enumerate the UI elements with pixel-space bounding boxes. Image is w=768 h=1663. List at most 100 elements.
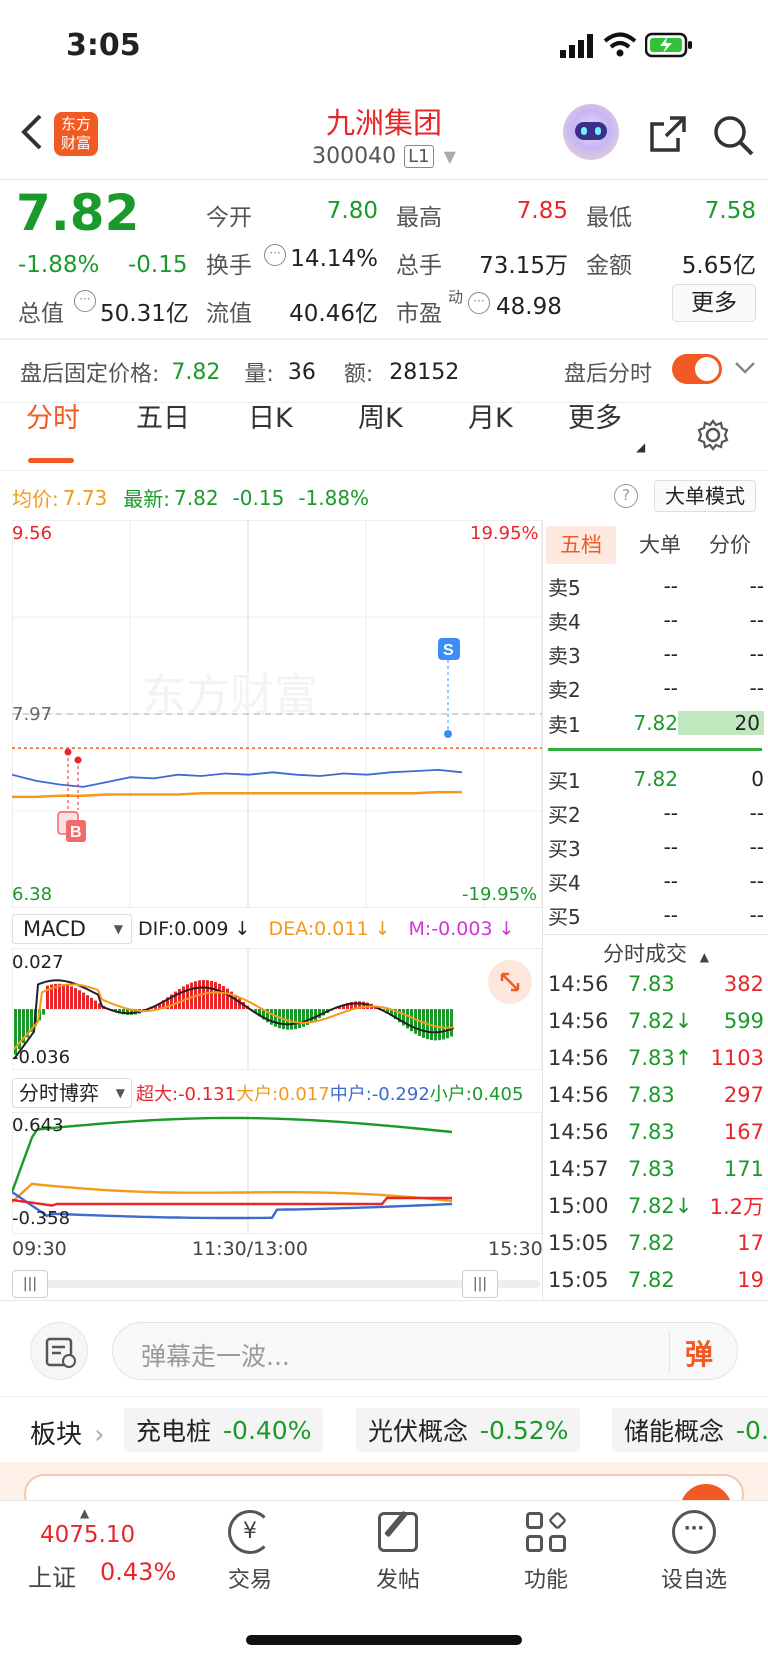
bid-row[interactable]: 买4 -- -- [548,864,764,898]
tab-month-k[interactable]: 月K [468,396,513,435]
tab-more[interactable]: 更多 [568,396,622,435]
avg-label: 均价: [12,487,59,511]
nav-functions[interactable]: 功能 [486,1510,606,1594]
trade-row: 15:05 7.82 19 [548,1261,764,1298]
game-mid: 中户:-0.292 [329,1084,430,1105]
ob-tab-five[interactable]: 五档 [546,526,616,564]
tab-day-k[interactable]: 日K [248,396,293,435]
info-dots-icon[interactable]: ··· [264,244,286,266]
trades-title[interactable]: 分时成交 ▲ [548,938,764,968]
ask-row[interactable]: 卖4 -- -- [548,603,764,637]
danmu-send-button[interactable]: 弹 [685,1333,713,1373]
nav-watchlist[interactable]: ··· 设自选 [634,1510,754,1594]
ask-price: -- [663,642,678,666]
pe-label: 市盈 [396,301,442,327]
avg-price-line [12,790,462,799]
volume-label: 总手 [396,253,442,279]
bid-volume: 0 [751,767,764,791]
range-handle-left[interactable]: ||| [12,1270,48,1298]
trade-volume: 297 [723,1082,764,1107]
divider [0,470,768,471]
svg-text:B: B [70,824,82,841]
danmu-list-icon[interactable] [30,1322,88,1380]
ask-row[interactable]: 卖3 -- -- [548,637,764,671]
game-marks [12,1116,453,1220]
sector-chip[interactable]: 充电桩 -0.40% [124,1408,324,1452]
afterhours-vol: 36 [287,359,316,385]
promo-banner[interactable] [0,1462,768,1536]
ask-price: -- [663,574,678,598]
ask-row[interactable]: 卖1 7.82 20 [548,706,764,740]
grid-icon [526,1510,568,1552]
bid-row[interactable]: 买2 -- -- [548,796,764,830]
ask-row[interactable]: 卖2 -- -- [548,671,764,705]
high-label: 最高 [396,205,442,231]
macd-bar [446,1009,449,1039]
index-value[interactable]: 4075.10 [40,1522,135,1548]
macd-bar [210,980,213,1009]
nav-trade[interactable]: ¥ 交易 [190,1510,310,1594]
divider [0,1396,768,1397]
macd-chart[interactable] [12,948,542,1070]
macd-bar [434,1009,437,1041]
bid-row[interactable]: 买1 7.82 0 [548,762,764,796]
caret-down-icon: ▼ [113,922,123,936]
afterhours-toggle[interactable] [672,354,722,384]
macd-select[interactable]: MACD ▼ [12,914,132,944]
share-icon[interactable] [648,114,688,154]
search-icon[interactable] [712,114,756,158]
game-select[interactable]: 分时博弈 ▼ [12,1078,132,1108]
macd-bar [302,1009,305,1027]
sector-chip[interactable]: 光伏概念 -0.52% [356,1408,581,1452]
info-dots-icon[interactable]: ··· [468,292,490,314]
gear-icon[interactable] [696,418,730,452]
trade-price: 7.83 [628,971,675,996]
game-chart[interactable] [12,1112,542,1234]
big-order-mode-button[interactable]: 大单模式 [654,480,756,512]
afterhours-label: 盘后固定价格: [20,362,160,387]
trade-volume: 17 [737,1230,764,1255]
help-icon[interactable]: ? [614,484,638,508]
sector-chip[interactable]: 储能概念 -0.59% [612,1408,768,1452]
watermark: 东方财富 [142,671,318,720]
game-header: 分时博弈 ▼ 超大:-0.131 大户:0.017 中户:-0.292 小户:0… [12,1076,523,1110]
game-super: 超大:-0.131 [136,1084,237,1105]
tab-five-day[interactable]: 五日 [136,396,190,435]
macd-bar [58,983,61,1009]
ask-label: 卖2 [548,677,581,702]
more-button[interactable]: 更多 [672,284,756,322]
afterhours-row: 盘后固定价格: 7.82 量: 36 额: 28152 [20,356,459,388]
ask-row[interactable]: 卖5 -- -- [548,569,764,603]
bid-label: 买3 [548,836,581,861]
latest-pct: -1.88% [298,485,370,510]
ob-tab-big[interactable]: 大单 [630,526,690,564]
trade-price: 7.82 [628,1267,675,1292]
macd-bar [222,986,225,1009]
intraday-chart[interactable]: 东方财富 B S [12,520,542,908]
game-bot: -0.358 [12,1208,71,1229]
range-handle-right[interactable]: ||| [462,1270,498,1298]
game-top: 0.643 [12,1115,64,1136]
macd-m: M:-0.003 ↓ [408,918,515,940]
index-pct[interactable]: 0.43% [100,1558,176,1586]
ask-price: 7.82 [633,711,678,735]
bid-row[interactable]: 买5 -- -- [548,898,764,932]
tab-week-k[interactable]: 周K [358,396,403,435]
macd-header: MACD ▼ DIF:0.009 ↓ DEA:0.011 ↓ M:-0.003 … [12,912,515,946]
trade-row: 14:56 7.83 167 [548,1113,764,1150]
sector-label[interactable]: 板块 › [30,1414,105,1451]
ask-price: -- [663,608,678,632]
yuan-exchange-icon: ¥ [228,1510,272,1554]
info-dots-icon[interactable]: ··· [74,290,96,312]
robot-avatar-icon[interactable] [563,104,619,160]
bid-row[interactable]: 买3 -- -- [548,830,764,864]
more-dots-icon: ··· [672,1510,716,1554]
ob-tab-price[interactable]: 分价 [700,526,760,564]
danmu-input[interactable]: 弹幕走一波... 弹 [112,1322,738,1380]
index-name[interactable]: 上证 [28,1558,76,1593]
range-scrollbar[interactable]: ||| ||| [12,1270,540,1298]
chevron-down-icon[interactable] [734,360,756,376]
trade-volume: 171 [723,1156,764,1181]
nav-post[interactable]: 发帖 [338,1510,458,1594]
tab-intraday[interactable]: 分时 [26,396,80,435]
